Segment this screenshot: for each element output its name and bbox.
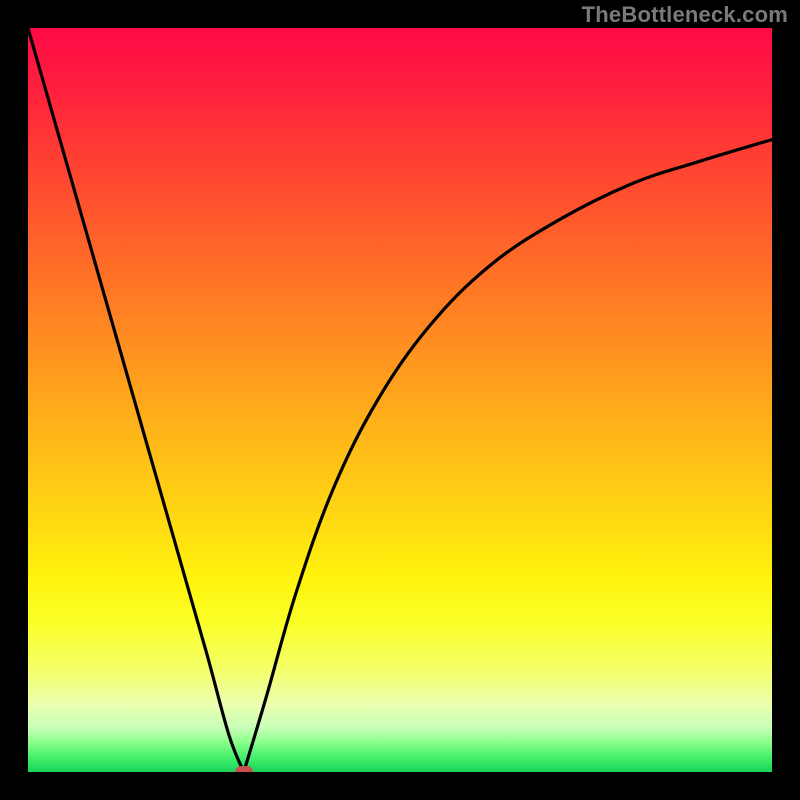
bottleneck-curve (28, 28, 772, 772)
watermark-text: TheBottleneck.com (582, 2, 788, 28)
curve-left-branch (28, 28, 244, 772)
plot-area (28, 28, 772, 772)
curve-right-branch (244, 140, 772, 772)
optimal-point-marker (235, 766, 253, 772)
chart-frame: TheBottleneck.com (0, 0, 800, 800)
